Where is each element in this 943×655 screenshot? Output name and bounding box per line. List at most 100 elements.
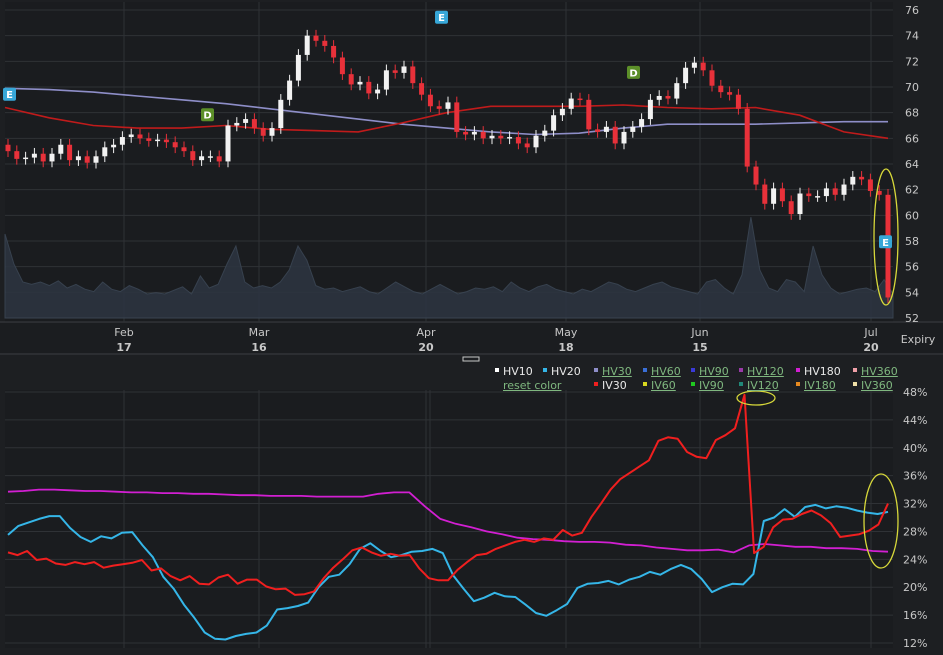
- legend-item-iv30[interactable]: IV30: [594, 379, 627, 392]
- candle-body: [489, 135, 495, 139]
- legend-item-hv180[interactable]: HV180: [796, 365, 841, 378]
- legend-item-iv90[interactable]: IV90: [691, 379, 724, 392]
- candle-body: [850, 176, 856, 185]
- candle-body: [207, 156, 213, 158]
- candle-body: [639, 119, 645, 127]
- dividend-badge-label: D: [629, 68, 637, 79]
- candle-body: [718, 85, 724, 93]
- price-y-tick-label: 74: [905, 30, 919, 43]
- candle-body: [163, 139, 169, 143]
- legend-label: IV60: [651, 379, 676, 392]
- candle-body: [234, 122, 240, 126]
- legend-label: HV360: [861, 365, 898, 378]
- candle-body: [260, 128, 266, 136]
- legend-label: HV90: [699, 365, 729, 378]
- candle-body: [119, 137, 125, 145]
- candle-body: [577, 98, 583, 101]
- legend-item-hv90[interactable]: HV90: [691, 365, 729, 378]
- legend-label: IV90: [699, 379, 724, 392]
- candle-body: [727, 92, 733, 95]
- candle-body: [401, 66, 407, 73]
- price-y-tick-label: 58: [905, 235, 919, 248]
- price-y-tick-label: 70: [905, 81, 919, 94]
- candle-body: [375, 89, 381, 94]
- candle-body: [93, 156, 99, 163]
- candle-body: [454, 102, 460, 132]
- legend-swatch: [853, 368, 857, 372]
- reset-color-link[interactable]: reset color: [503, 379, 561, 392]
- x-day-label: 20: [863, 341, 879, 354]
- candle-body: [507, 137, 513, 139]
- candle-body: [111, 144, 117, 148]
- candle-body: [181, 147, 187, 152]
- candle-body: [753, 166, 759, 185]
- vol-y-tick-label: 24%: [903, 553, 927, 566]
- candle-body: [14, 151, 20, 159]
- candle-body: [595, 129, 601, 132]
- x-day-label: 18: [558, 341, 573, 354]
- x-day-label: 17: [116, 341, 131, 354]
- price-y-tick-label: 62: [905, 184, 919, 197]
- legend-swatch: [643, 382, 647, 386]
- earnings-badge-label: E: [882, 238, 889, 249]
- legend-item-iv120[interactable]: IV120: [739, 379, 779, 392]
- price-y-tick-label: 72: [905, 55, 919, 68]
- candle-body: [23, 157, 29, 160]
- legend-item-hv10[interactable]: HV10: [495, 365, 533, 378]
- legend-swatch: [691, 382, 695, 386]
- legend-swatch: [853, 382, 857, 386]
- vol-y-tick-label: 36%: [903, 470, 927, 483]
- candle-body: [709, 70, 715, 86]
- candle-body: [146, 138, 152, 141]
- legend-swatch: [543, 368, 547, 372]
- candle-body: [832, 188, 838, 195]
- candle-body: [735, 94, 741, 109]
- candle-body: [5, 144, 11, 152]
- legend-swatch: [691, 368, 695, 372]
- legend-item-hv60[interactable]: HV60: [643, 365, 681, 378]
- candle-body: [542, 130, 548, 136]
- candle-body: [199, 156, 205, 161]
- candle-body: [463, 131, 469, 135]
- legend-item-iv60[interactable]: IV60: [643, 379, 676, 392]
- legend-item-hv360[interactable]: HV360: [853, 365, 898, 378]
- price-y-tick-label: 68: [905, 107, 919, 120]
- vol-y-tick-label: 44%: [903, 414, 927, 427]
- legend-label: IV180: [804, 379, 836, 392]
- candle-body: [366, 81, 372, 94]
- vol-y-tick-label: 12%: [903, 637, 927, 650]
- candle-body: [559, 108, 565, 116]
- x-month-label: Jun: [690, 326, 708, 339]
- legend-item-hv120[interactable]: HV120: [739, 365, 784, 378]
- candle-body: [603, 126, 609, 132]
- candle-body: [137, 134, 143, 139]
- candle-body: [480, 131, 486, 139]
- chart-root: 76 74 72 70 68 66 64 62 60 58 56 54 52 E D E D E Feb 17 Mar 1…: [0, 0, 943, 651]
- candle-body: [436, 106, 442, 109]
- legend-item-hv30[interactable]: HV30: [594, 365, 632, 378]
- legend-label: HV30: [602, 365, 632, 378]
- vol-y-tick-label: 20%: [903, 581, 927, 594]
- legend-item-hv20[interactable]: HV20: [543, 365, 581, 378]
- candle-body: [102, 147, 108, 157]
- candle-body: [322, 40, 328, 46]
- legend-label: HV120: [747, 365, 784, 378]
- candle-body: [841, 184, 847, 195]
- legend-item-iv360[interactable]: IV360: [853, 379, 893, 392]
- candle-body: [269, 128, 275, 136]
- price-panel: 76 74 72 70 68 66 64 62 60 58 56 54 52 E D E D E Feb 17 Mar 1…: [0, 2, 943, 362]
- x-day-label: 16: [251, 341, 267, 354]
- candle-body: [815, 196, 821, 198]
- x-day-label: 15: [692, 341, 707, 354]
- legend-swatch: [796, 368, 800, 372]
- candle-body: [75, 156, 81, 161]
- candle-body: [419, 83, 425, 95]
- candle-body: [524, 143, 530, 148]
- price-y-tick-label: 56: [905, 261, 919, 274]
- candle-body: [762, 184, 768, 204]
- candle-body: [471, 131, 477, 135]
- candle-body: [251, 119, 257, 129]
- legend-item-iv180[interactable]: IV180: [796, 379, 836, 392]
- legend-label: HV180: [804, 365, 841, 378]
- earnings-badge-label: E: [6, 90, 13, 101]
